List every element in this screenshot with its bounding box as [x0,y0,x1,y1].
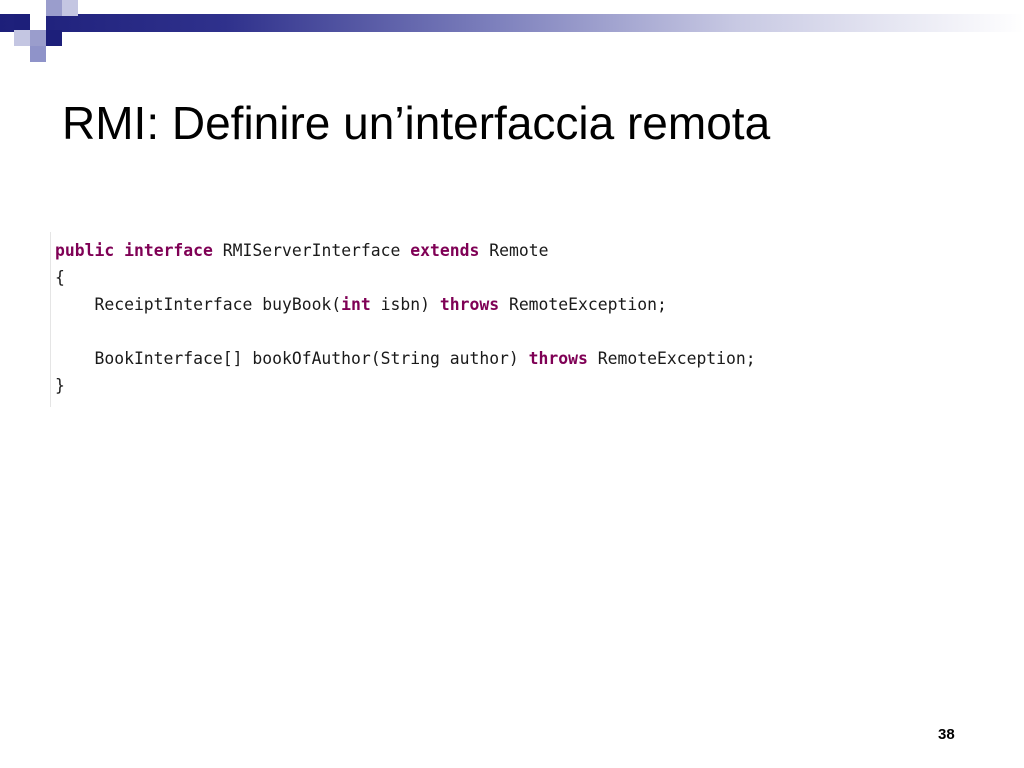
code-line: public interface RMIServerInterface exte… [55,241,549,260]
logo-square [14,30,30,46]
header-gradient-bar [0,14,1024,32]
code-line: ReceiptInterface buyBook(int isbn) throw… [55,295,667,314]
logo-square [14,14,30,30]
slide-title: RMI: Definire un’interfaccia remota [62,97,771,149]
logo-square [30,14,46,30]
code-line: { [55,268,65,287]
code-line: BookInterface[] bookOfAuthor(String auth… [55,349,756,368]
code-snippet: public interface RMIServerInterface exte… [50,232,961,407]
page-number: 38 [938,726,955,743]
logo-square [30,30,46,46]
logo-square [46,30,62,46]
logo-square [30,46,46,62]
slide: RMI: Definire un’interfaccia remota publ… [0,0,1024,768]
code-line: } [55,376,65,395]
logo-square [46,0,62,16]
logo-square [62,0,78,16]
